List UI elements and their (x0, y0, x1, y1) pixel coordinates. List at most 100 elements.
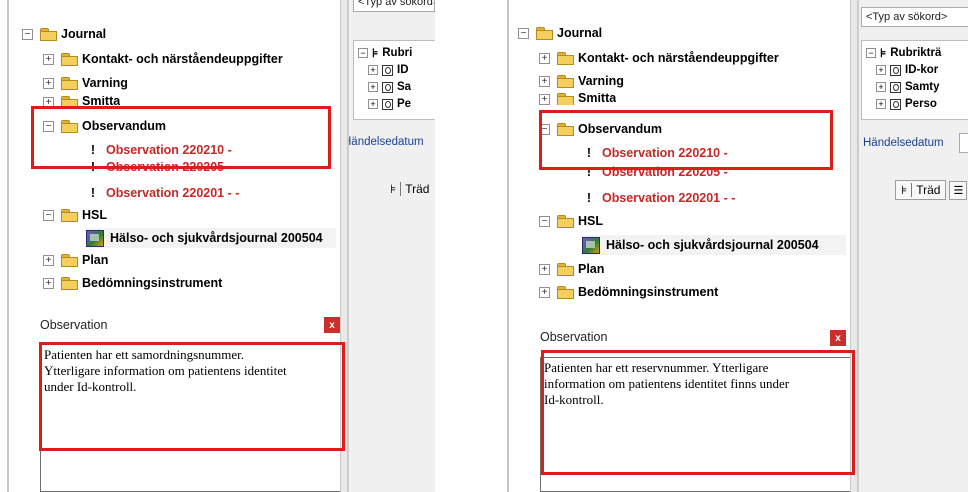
tree-item-smitta[interactable]: + Smitta (539, 93, 616, 105)
tree-view-icon: ⊧ (901, 183, 908, 197)
exclamation-icon: ! (586, 191, 592, 205)
tree-structure-icon: ⊧ (372, 46, 379, 60)
expand-toggle[interactable]: + (43, 77, 54, 89)
tree-item-kontakt[interactable]: + Kontakt- och närståendeuppgifter (43, 49, 283, 69)
tree-item-plan[interactable]: + Plan (539, 259, 604, 279)
observation-title: Observation (40, 318, 108, 332)
rubrik-tree-item[interactable]: + Samty (876, 79, 940, 95)
list-view-tab[interactable]: ☰ (949, 180, 968, 200)
folder-icon (557, 263, 574, 276)
exclamation-icon: ! (90, 186, 96, 200)
view-tabstrip: ⊧ Träd ☰ (895, 179, 968, 201)
folder-icon (61, 77, 78, 90)
view-tabstrip: ⊧ Träd (389, 178, 430, 200)
folder-icon (61, 53, 78, 66)
window-edge (7, 0, 9, 492)
rubrik-tree: − ⊧ Rubrikträ + ID-kor + Samty + Perso (861, 40, 968, 120)
highlight-observandum (31, 106, 331, 169)
template-icon (382, 81, 393, 93)
folder-icon (557, 286, 574, 299)
tree-item-halso-journal[interactable]: Hälso- och sjukvårdsjournal 200504 (582, 235, 846, 255)
handelsedatum-label: Händelsedatum (863, 137, 944, 149)
tab-divider (911, 183, 913, 197)
rubrik-tree-item[interactable]: + Pe (368, 96, 411, 112)
tab-divider (400, 182, 402, 196)
tree-item-observation-3[interactable]: ! Observation 220201 - - (582, 188, 736, 208)
collapse-toggle[interactable]: − (43, 209, 54, 221)
expand-toggle[interactable]: + (539, 263, 550, 275)
collapse-toggle[interactable]: − (518, 27, 529, 39)
list-icon: ☰ (953, 184, 964, 197)
highlight-observandum (539, 110, 833, 170)
folder-icon (61, 277, 78, 290)
collapse-toggle[interactable]: − (22, 28, 33, 40)
tree-item-journal[interactable]: − Journal (22, 24, 106, 44)
folder-icon (40, 28, 57, 41)
expand-toggle[interactable]: + (43, 277, 54, 289)
folder-icon (536, 27, 553, 40)
trad-tab[interactable]: ⊧ Träd (389, 181, 430, 197)
expand-toggle[interactable]: + (368, 82, 378, 92)
tree-item-varning[interactable]: + Varning (539, 71, 624, 91)
expand-toggle[interactable]: + (876, 82, 886, 92)
template-icon (890, 64, 901, 76)
journal-document-icon (582, 236, 600, 254)
window-edge (507, 0, 509, 492)
keyword-type-combo[interactable]: <Typ av sökord> (861, 7, 968, 27)
template-icon (382, 98, 393, 110)
tree-item-hsl[interactable]: − HSL (43, 205, 107, 225)
rubrik-tree-root[interactable]: − ⊧ Rubrikträ (866, 45, 941, 61)
observation-title: Observation (540, 330, 608, 344)
search-pane: <Typ av sökord> − ⊧ Rubrikträ + ID-kor +… (858, 0, 968, 492)
close-button[interactable]: x (324, 317, 340, 333)
rubrik-tree-item[interactable]: + Perso (876, 96, 937, 112)
date-field[interactable] (959, 133, 968, 153)
template-icon (890, 81, 901, 93)
rubrik-tree: − ⊧ Rubri + ID + Sa + Pe (353, 40, 435, 120)
tree-item-observation-3[interactable]: ! Observation 220201 - - (86, 183, 240, 203)
keyword-type-combo[interactable]: <Typ av sökord> (353, 0, 435, 12)
expand-toggle[interactable]: + (368, 99, 378, 109)
tree-item-bedomning[interactable]: + Bedömningsinstrument (539, 282, 718, 302)
collapse-toggle[interactable]: − (539, 215, 550, 227)
screenshot-left: − Journal + Kontakt- och närståendeuppgi… (0, 0, 435, 492)
tree-item-kontakt[interactable]: + Kontakt- och närståendeuppgifter (539, 48, 779, 68)
tree-item-journal[interactable]: − Journal (518, 23, 602, 43)
highlight-observation-text (39, 342, 345, 451)
highlight-observation-text (541, 350, 855, 475)
folder-icon (557, 52, 574, 65)
template-icon (382, 64, 393, 76)
folder-icon (557, 93, 574, 105)
tree-structure-icon: ⊧ (880, 46, 887, 60)
rubrik-tree-item[interactable]: + Sa (368, 79, 411, 95)
expand-toggle[interactable]: + (539, 75, 550, 87)
rubrik-tree-item[interactable]: + ID (368, 62, 409, 78)
tree-item-halso-journal[interactable]: Hälso- och sjukvårdsjournal 200504 (86, 228, 336, 248)
screenshot-right: − Journal + Kontakt- och närståendeuppgi… (500, 0, 968, 492)
expand-toggle[interactable]: + (876, 99, 886, 109)
journal-document-icon (86, 229, 104, 247)
expand-toggle[interactable]: + (43, 53, 54, 65)
template-icon (890, 98, 901, 110)
tree-item-varning[interactable]: + Varning (43, 73, 128, 93)
expand-toggle[interactable]: + (539, 52, 550, 64)
expand-toggle[interactable]: + (368, 65, 378, 75)
expand-toggle[interactable]: + (43, 254, 54, 266)
trad-tab[interactable]: ⊧ Träd (895, 180, 947, 200)
close-button[interactable]: x (830, 330, 846, 346)
tree-item-hsl[interactable]: − HSL (539, 211, 603, 231)
folder-icon (61, 209, 78, 222)
rubrik-tree-item[interactable]: + ID-kor (876, 62, 938, 78)
collapse-toggle[interactable]: − (358, 48, 368, 58)
tree-item-plan[interactable]: + Plan (43, 250, 108, 270)
tree-item-bedomning[interactable]: + Bedömningsinstrument (43, 273, 222, 293)
rubrik-tree-root[interactable]: − ⊧ Rubri (358, 45, 412, 61)
folder-icon (61, 254, 78, 267)
handelsedatum-label: Händelsedatum (348, 136, 424, 148)
expand-toggle[interactable]: + (876, 65, 886, 75)
collapse-toggle[interactable]: − (866, 48, 876, 58)
tree-view-icon: ⊧ (390, 182, 397, 196)
expand-toggle[interactable]: + (539, 94, 550, 105)
expand-toggle[interactable]: + (539, 286, 550, 298)
folder-icon (557, 75, 574, 88)
